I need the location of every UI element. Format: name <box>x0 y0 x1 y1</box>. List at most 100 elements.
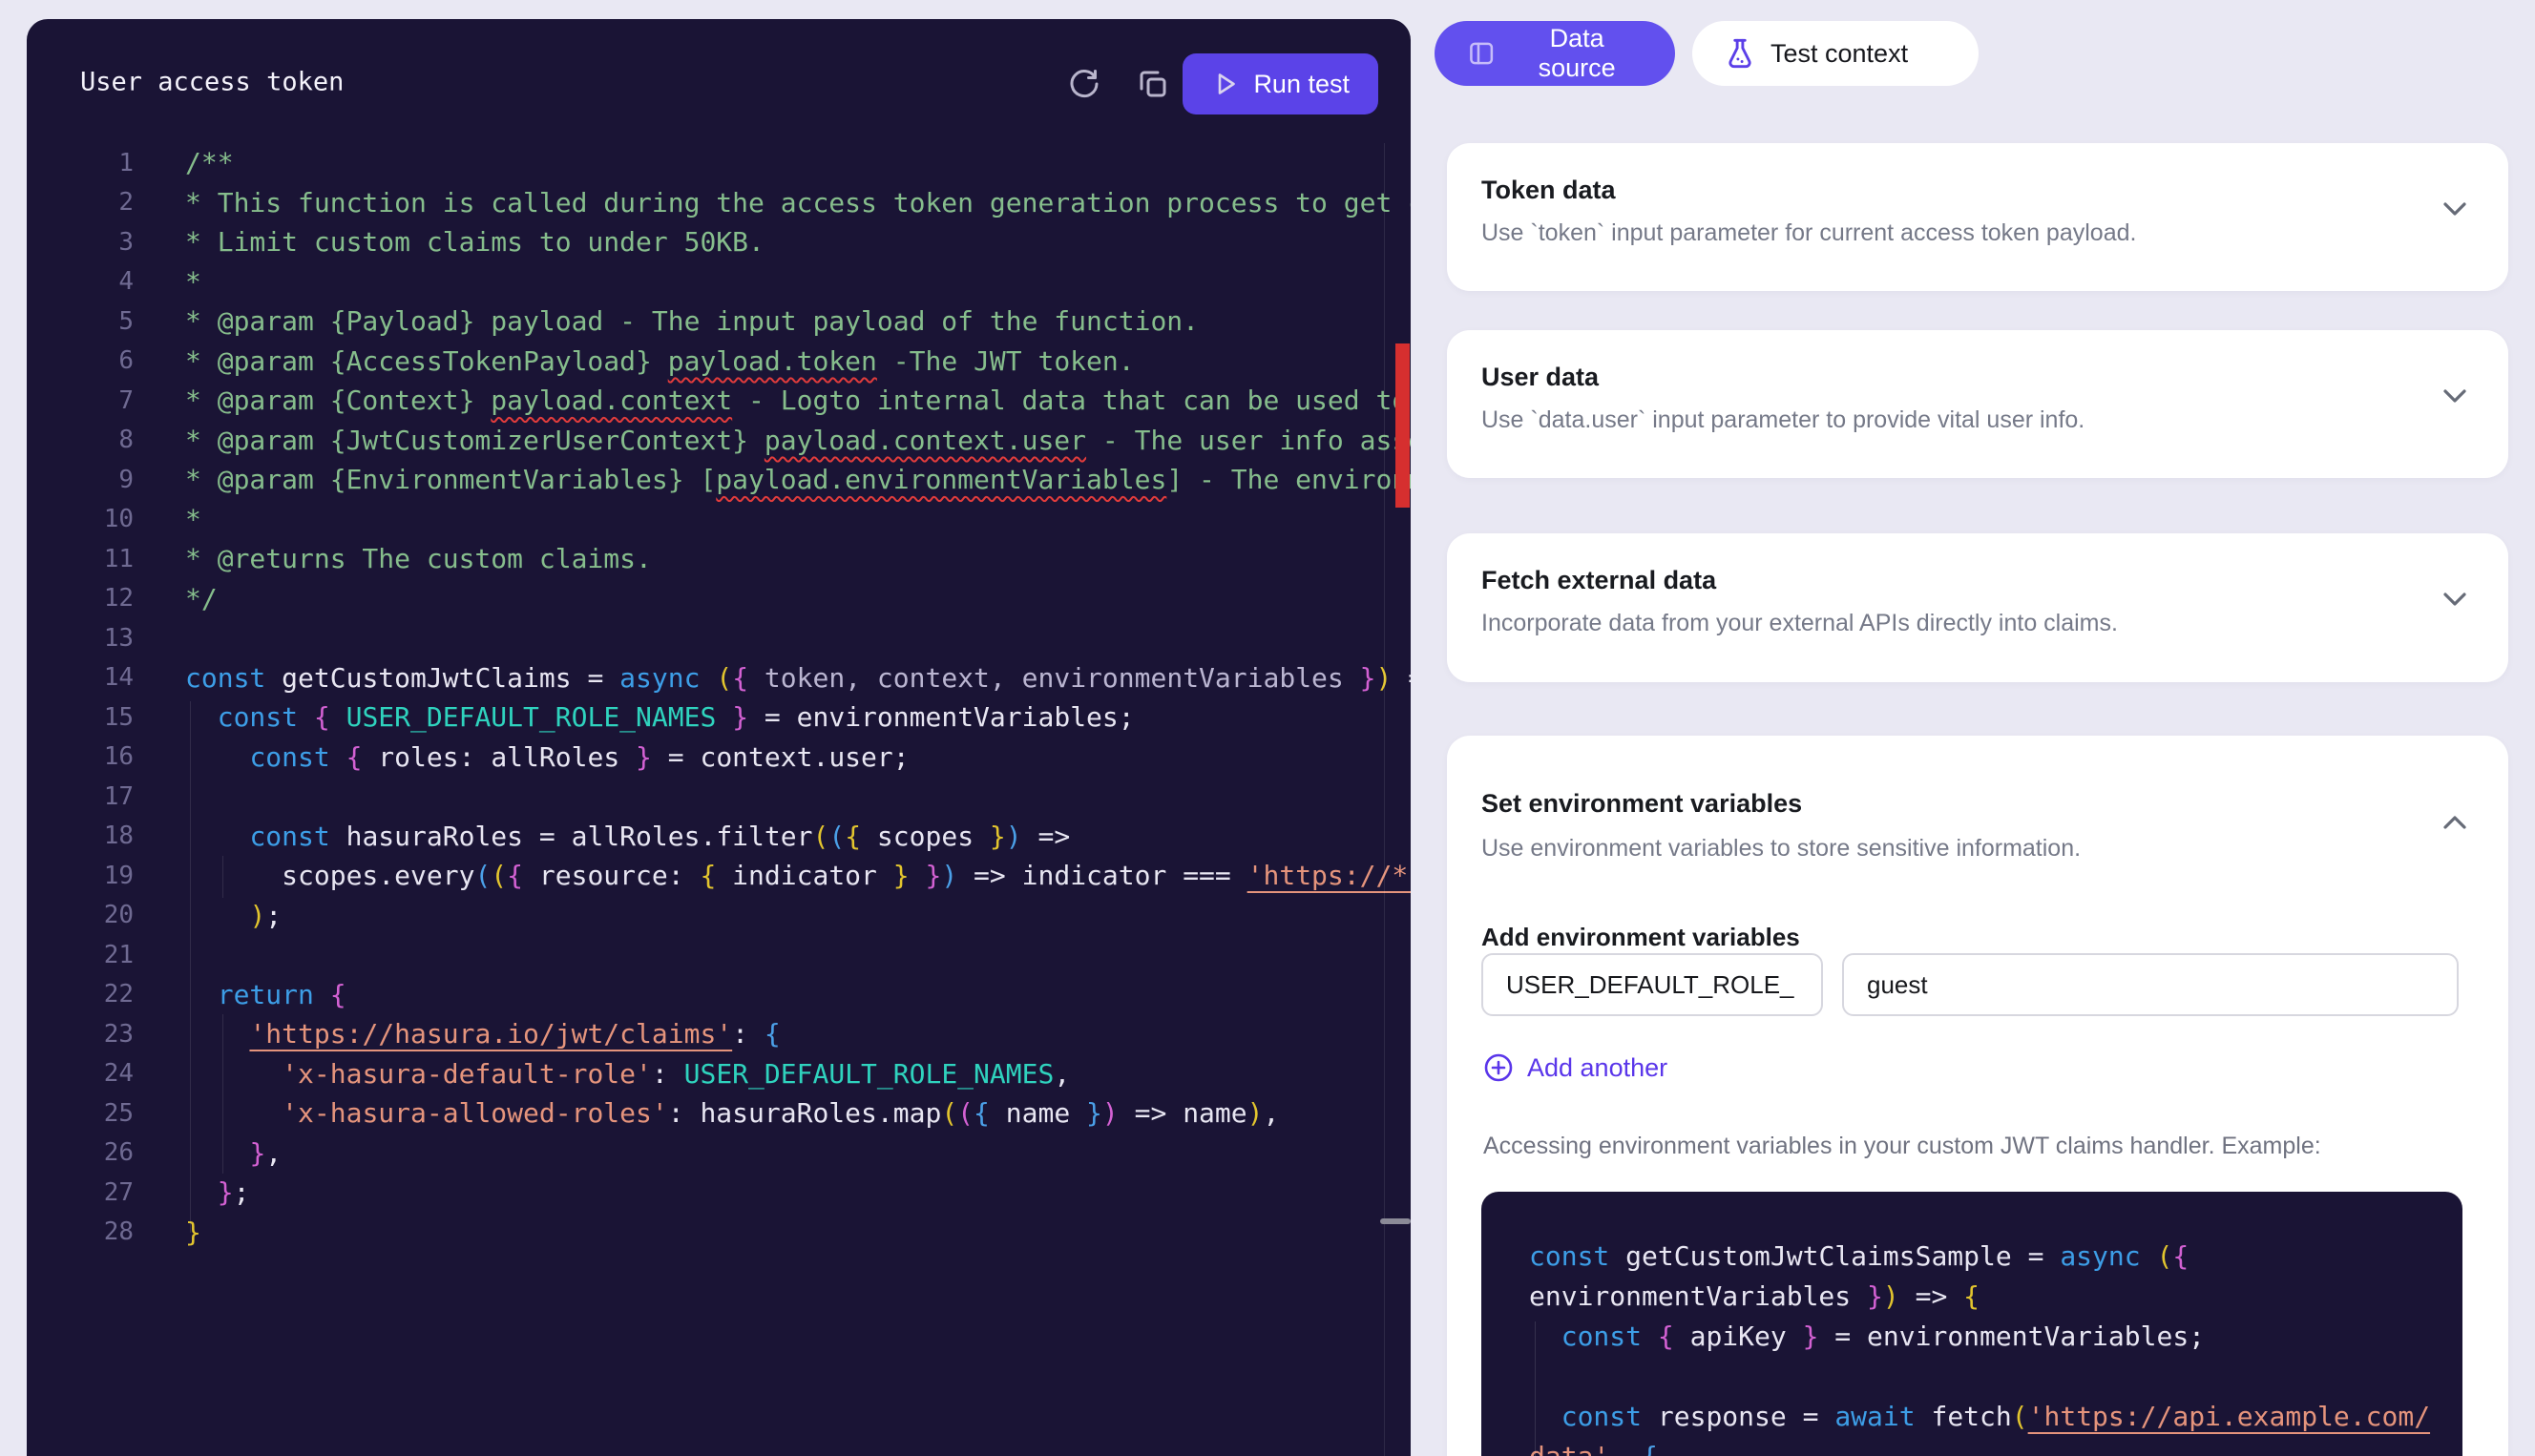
code-text: * Limit custom claims to under 50KB. <box>134 226 765 258</box>
code-line: const getCustomJwtClaimsSample = async (… <box>1529 1236 2462 1276</box>
line-number: 23 <box>27 1020 134 1049</box>
env-key-input[interactable] <box>1481 953 1823 1016</box>
flask-icon <box>1725 37 1755 70</box>
code-text: * @param {AccessTokenPayload} payload.to… <box>134 345 1135 377</box>
card-user-data[interactable]: User data Use `data.user` input paramete… <box>1447 330 2508 478</box>
card-title: User data <box>1481 363 1599 392</box>
line-number: 12 <box>27 584 134 613</box>
tab-data-source[interactable]: Data source <box>1435 21 1675 86</box>
error-marker <box>1395 343 1410 508</box>
code-line: 17 <box>27 777 1411 817</box>
editor-title: User access token <box>80 68 344 97</box>
code-line: 14const getCustomJwtClaims = async ({ to… <box>27 658 1411 698</box>
line-number: 8 <box>27 426 134 454</box>
indent-guide <box>222 856 223 898</box>
chevron-up-icon[interactable] <box>2440 812 2470 833</box>
code-text: * @param {Context} payload.context - Log… <box>134 385 1411 416</box>
code-text: const getCustomJwtClaims = async ({ toke… <box>134 662 1411 694</box>
code-line: 11* @returns The custom claims. <box>27 539 1411 579</box>
code-text: * @param {EnvironmentVariables} [payload… <box>134 464 1411 495</box>
chevron-down-icon[interactable] <box>2440 589 2470 610</box>
code-text: */ <box>134 583 218 614</box>
code-line: 6* @param {AccessTokenPayload} payload.t… <box>27 342 1411 382</box>
line-number: 2 <box>27 188 134 217</box>
code-line: 16 const { roles: allRoles } = context.u… <box>27 738 1411 778</box>
line-number: 17 <box>27 782 134 811</box>
add-env-variables-label: Add environment variables <box>1481 923 1800 952</box>
editor-overview-ruler <box>1384 143 1385 1456</box>
add-another-label: Add another <box>1527 1053 1667 1083</box>
line-number: 10 <box>27 505 134 533</box>
code-line: 10* <box>27 500 1411 540</box>
line-number: 5 <box>27 307 134 336</box>
code-text: * @param {Payload} payload - The input p… <box>134 305 1199 337</box>
env-value-input[interactable] <box>1842 953 2459 1016</box>
code-line: 19 scopes.every(({ resource: { indicator… <box>27 856 1411 896</box>
refresh-icon[interactable] <box>1067 67 1101 101</box>
code-line: 20 ); <box>27 896 1411 936</box>
code-line: 12*/ <box>27 579 1411 619</box>
code-text: return { <box>134 979 346 1010</box>
code-text: }; <box>134 1176 249 1208</box>
scrollbar-thumb[interactable] <box>1380 1218 1411 1224</box>
chevron-down-icon[interactable] <box>2440 385 2470 406</box>
code-line: 25 'x-hasura-allowed-roles': hasuraRoles… <box>27 1093 1411 1134</box>
code-line: 21 <box>27 935 1411 975</box>
line-number: 19 <box>27 862 134 890</box>
copy-icon[interactable] <box>1136 67 1170 101</box>
code-line: 15 const { USER_DEFAULT_ROLE_NAMES } = e… <box>27 697 1411 738</box>
code-line: 5* @param {Payload} payload - The input … <box>27 302 1411 342</box>
code-text: const getCustomJwtClaimsSample = async (… <box>1529 1240 2189 1272</box>
run-test-button[interactable]: Run test <box>1183 53 1378 114</box>
code-text: 'x-hasura-allowed-roles': hasuraRoles.ma… <box>134 1097 1279 1129</box>
code-text: const { roles: allRoles } = context.user… <box>134 741 910 773</box>
code-line: 28} <box>27 1213 1411 1253</box>
code-text: ); <box>134 900 282 931</box>
code-text: const { USER_DEFAULT_ROLE_NAMES } = envi… <box>134 701 1135 733</box>
line-number: 3 <box>27 228 134 257</box>
code-text: scopes.every(({ resource: { indicator } … <box>134 860 1411 891</box>
code-line: 8* @param {JwtCustomizerUserContext} pay… <box>27 421 1411 461</box>
card-set-environment-variables: Set environment variables Use environmen… <box>1447 736 2508 1456</box>
code-text: }, <box>134 1137 282 1169</box>
editor-header: User access token Run test <box>27 19 1411 143</box>
line-number: 26 <box>27 1138 134 1167</box>
code-text: * @returns The custom claims. <box>134 543 652 574</box>
panel-layout-icon <box>1467 38 1496 69</box>
code-text: 'x-hasura-default-role': USER_DEFAULT_RO… <box>134 1058 1070 1090</box>
code-line: 18 const hasuraRoles = allRoles.filter((… <box>27 817 1411 857</box>
line-number: 15 <box>27 703 134 732</box>
add-another-button[interactable]: Add another <box>1483 1052 1667 1083</box>
line-number: 9 <box>27 466 134 494</box>
tab-test-context[interactable]: Test context <box>1692 21 1979 86</box>
line-number: 22 <box>27 980 134 1009</box>
line-number: 20 <box>27 901 134 929</box>
env-sample-code-block: const getCustomJwtClaimsSample = async (… <box>1481 1192 2462 1456</box>
code-text: 'https://hasura.io/jwt/claims': { <box>134 1018 781 1050</box>
line-number: 6 <box>27 346 134 375</box>
indent-guide <box>1535 1321 1536 1456</box>
code-editor-pane: User access token Run test 1/**2 <box>27 19 1411 1456</box>
run-test-label: Run test <box>1253 70 1350 99</box>
code-line: const { apiKey } = environmentVariables; <box>1529 1316 2462 1356</box>
code-text: * @param {JwtCustomizerUserContext} payl… <box>134 425 1411 456</box>
code-line: 3* Limit custom claims to under 50KB. <box>27 222 1411 262</box>
tab-test-context-label: Test context <box>1770 39 1908 69</box>
line-number: 24 <box>27 1059 134 1088</box>
indent-guide <box>222 1014 223 1174</box>
code-line: 27 }; <box>27 1173 1411 1213</box>
code-text: * This function is called during the acc… <box>134 187 1411 218</box>
code-line: 22 return { <box>27 975 1411 1015</box>
code-text: * <box>134 266 201 298</box>
card-token-data[interactable]: Token data Use `token` input parameter f… <box>1447 143 2508 291</box>
line-number: 16 <box>27 742 134 771</box>
code-line: data', { <box>1529 1436 2462 1456</box>
code-area[interactable]: 1/**2* This function is called during th… <box>27 143 1411 1456</box>
plus-circle-icon <box>1483 1052 1514 1083</box>
card-fetch-external-data[interactable]: Fetch external data Incorporate data fro… <box>1447 533 2508 682</box>
chevron-down-icon[interactable] <box>2440 198 2470 219</box>
code-text: } <box>134 1217 201 1248</box>
line-number: 25 <box>27 1099 134 1128</box>
code-line: 23 'https://hasura.io/jwt/claims': { <box>27 1014 1411 1054</box>
line-number: 18 <box>27 822 134 850</box>
